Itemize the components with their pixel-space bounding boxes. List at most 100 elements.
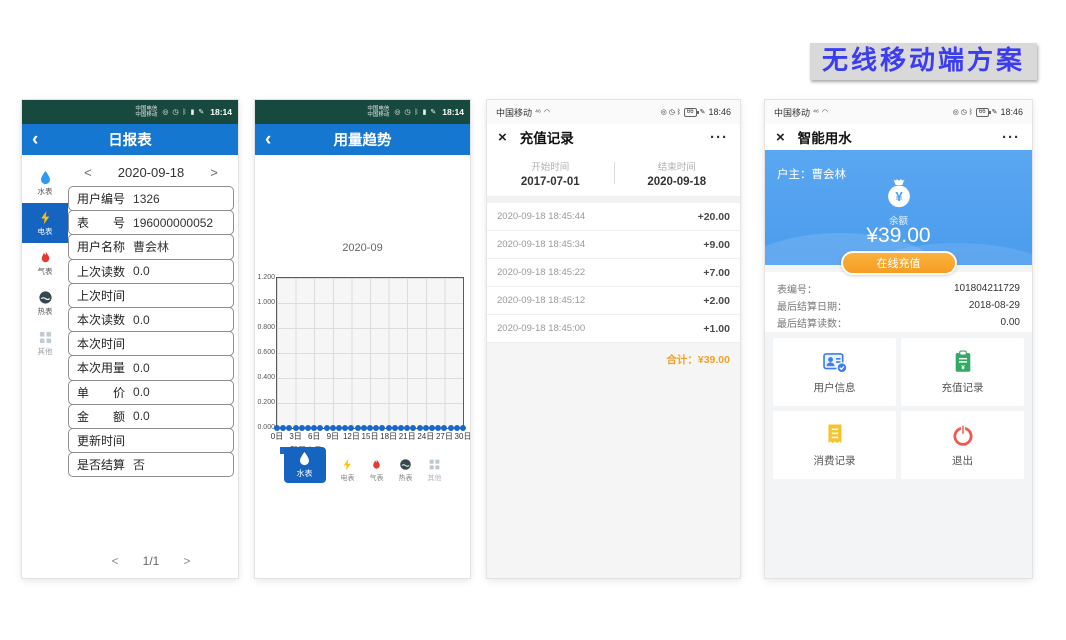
- data-point: [293, 425, 299, 431]
- carrier-labels: 中国电信 中国移动: [367, 106, 389, 119]
- table-row: 更新时间: [68, 428, 234, 453]
- heat-meter-icon: [38, 290, 53, 305]
- table-row: 用户名称曹会林: [68, 234, 234, 259]
- status-icons: ◎ ◷ ᛒ ▮ ✎: [162, 108, 205, 116]
- back-icon[interactable]: ‹: [265, 130, 271, 149]
- battery-icon: 66: [976, 108, 989, 117]
- page-next-button[interactable]: >: [183, 554, 190, 568]
- status-icons: ◎ ◷ ᛒ: [953, 108, 973, 116]
- user-info-icon: [822, 349, 848, 375]
- sidebar-item-heat-meter[interactable]: 热表: [22, 283, 68, 323]
- data-point: [305, 425, 311, 431]
- close-icon[interactable]: ×: [498, 130, 507, 145]
- back-icon[interactable]: ‹: [32, 130, 38, 149]
- table-row: 单 价0.0: [68, 380, 234, 405]
- date-navigator: < 2020-09-18 >: [68, 161, 234, 183]
- sidebar-item-gas-meter[interactable]: 气表: [22, 243, 68, 283]
- app-bar: ‹ 日报表: [22, 124, 238, 155]
- balance-value: ¥39.00: [765, 224, 1032, 248]
- tab-water-meter[interactable]: 水表: [284, 447, 326, 483]
- chart-title: 2020-09: [255, 242, 470, 254]
- data-point: [324, 425, 330, 431]
- tab-other[interactable]: 其他: [428, 458, 442, 483]
- data-point: [398, 425, 404, 431]
- data-point: [386, 425, 392, 431]
- network-indicator: ⁴⁶: [813, 109, 819, 116]
- date-next-button[interactable]: >: [210, 165, 218, 180]
- date-prev-button[interactable]: <: [84, 165, 92, 180]
- more-icon[interactable]: ···: [1002, 133, 1020, 142]
- page-prev-button[interactable]: <: [112, 554, 119, 568]
- y-tick-label: 0.000: [255, 424, 275, 431]
- date-value[interactable]: 2020-09-18: [118, 165, 185, 180]
- lightning-icon: [38, 210, 53, 225]
- tab-gas-meter[interactable]: 气表: [370, 458, 384, 483]
- more-icon[interactable]: ···: [710, 133, 728, 142]
- table-row: 上次时间: [68, 283, 234, 308]
- menu-grid: 用户信息 ¥ 充值记录 消费记录: [773, 338, 1024, 479]
- date-range-filter: 开始时间 2017-07-01 结束时间 2020-09-18: [487, 150, 740, 197]
- sidebar-item-water-meter[interactable]: 水表: [22, 163, 68, 203]
- status-icons: ◎ ◷ ᛒ ▮ ✎: [394, 108, 437, 116]
- info-row: 表编号：101804211729: [777, 280, 1020, 297]
- end-date-picker[interactable]: 结束时间 2020-09-18: [614, 150, 741, 196]
- y-tick-label: 0.200: [255, 399, 275, 406]
- y-tick-label: 1.000: [255, 299, 275, 306]
- y-tick-label: 0.600: [255, 349, 275, 356]
- y-tick-label: 0.800: [255, 324, 275, 331]
- tab-electric-meter[interactable]: 电表: [341, 458, 355, 483]
- data-point: [454, 425, 460, 431]
- heat-meter-icon: [399, 458, 412, 471]
- page-title: 日报表: [22, 129, 238, 150]
- phone-usage-trend: 中国电信 中国移动 ◎ ◷ ᛒ ▮ ✎ 18:14 ‹ 用量趋势 2020-09…: [255, 100, 470, 578]
- consumption-records-button[interactable]: 消费记录: [773, 411, 896, 479]
- status-bar: 中国电信 中国移动 ◎ ◷ ᛒ ▮ ✎ 18:14: [22, 100, 238, 124]
- tab-heat-meter[interactable]: 热表: [399, 458, 413, 483]
- status-time: 18:46: [708, 107, 731, 117]
- report-table: 用户编号1326 表 号196000000052 用户名称曹会林 上次读数0.0…: [68, 186, 234, 477]
- status-bar: 中国电信 中国移动 ◎ ◷ ᛒ ▮ ✎ 18:14: [255, 100, 470, 124]
- record-row: 2020-09-18 18:45:34+9.00: [487, 231, 740, 259]
- phone-smart-water: 中国移动 ⁴⁶ ◠ ◎ ◷ ᛒ 66 ✎ 18:46 × 智能用水 ··· 户主…: [765, 100, 1032, 578]
- meter-info-card: 表编号：101804211729 最后结算日期：2018-08-29 最后结算读…: [765, 272, 1032, 332]
- sidebar-item-electric-meter[interactable]: 电表: [22, 203, 68, 243]
- data-point: [274, 425, 280, 431]
- data-point: [460, 425, 466, 431]
- data-point: [423, 425, 429, 431]
- pen-icon: ✎: [700, 108, 706, 116]
- table-row: 用户编号1326: [68, 186, 234, 211]
- logout-button[interactable]: 退出: [901, 411, 1024, 479]
- recharge-records-icon: ¥: [950, 349, 976, 375]
- grid-icon: [38, 330, 53, 345]
- data-point: [336, 425, 342, 431]
- carrier-label: 中国移动: [774, 106, 810, 119]
- phone-recharge-records: 中国移动 ⁴⁶ ◠ ◎ ◷ ᛒ 66 ✎ 18:46 × 充值记录 ··· 开始…: [487, 100, 740, 578]
- data-point: [367, 425, 373, 431]
- water-drop-icon: [38, 170, 53, 185]
- page-indicator: 1/1: [143, 554, 160, 568]
- data-point: [417, 425, 423, 431]
- svg-text:¥: ¥: [895, 189, 903, 204]
- online-recharge-button[interactable]: 在线充值: [841, 251, 957, 275]
- meter-type-tabs: 水表 电表 气表 热表 其他: [255, 447, 470, 483]
- wifi-icon: ◠: [822, 108, 828, 116]
- close-icon[interactable]: ×: [776, 130, 785, 145]
- y-tick-label: 1.200: [255, 274, 275, 281]
- recharge-records-button[interactable]: ¥ 充值记录: [901, 338, 1024, 406]
- money-bag-icon: ¥: [882, 176, 916, 210]
- data-point: [299, 425, 305, 431]
- table-row: 表 号196000000052: [68, 210, 234, 235]
- table-row: 本次用量0.0: [68, 355, 234, 380]
- lightning-icon: [341, 458, 354, 471]
- water-drop-icon: [297, 451, 312, 466]
- power-icon: [950, 422, 976, 448]
- sidebar-item-other[interactable]: 其他: [22, 323, 68, 363]
- table-row: 本次时间: [68, 331, 234, 356]
- record-row: 2020-09-18 18:45:22+7.00: [487, 259, 740, 287]
- usage-chart: 暂无表号 0.0000.2000.4000.6000.8001.0001.200…: [276, 277, 464, 429]
- start-date-picker[interactable]: 开始时间 2017-07-01: [487, 150, 614, 196]
- carrier-2: 中国移动: [135, 112, 157, 119]
- record-row: 2020-09-18 18:45:12+2.00: [487, 287, 740, 315]
- flame-icon: [370, 458, 383, 471]
- user-info-button[interactable]: 用户信息: [773, 338, 896, 406]
